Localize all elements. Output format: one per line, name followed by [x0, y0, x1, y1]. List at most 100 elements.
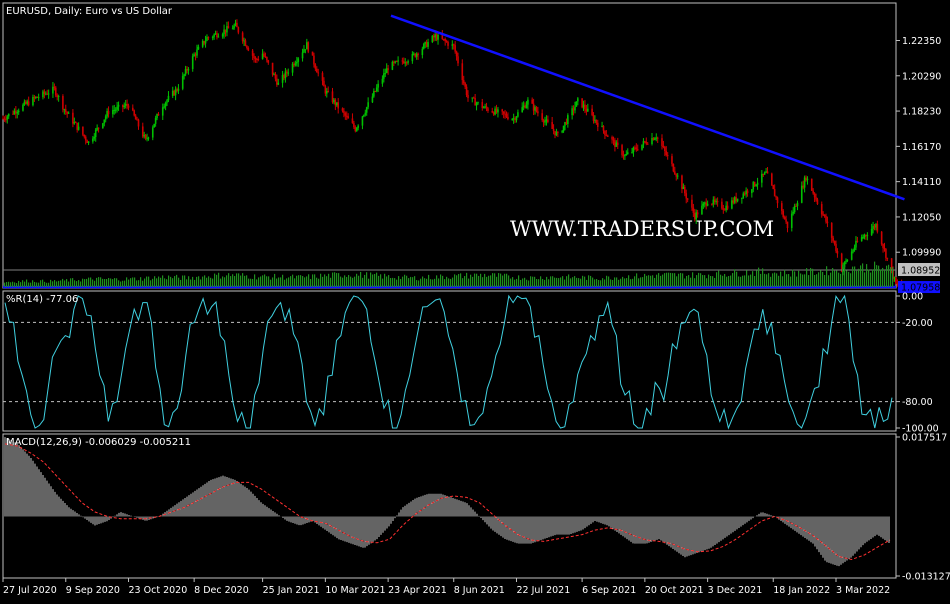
volume-bar	[702, 275, 704, 287]
candle-body	[284, 71, 287, 79]
x-tick-label: 8 Jun 2021	[454, 585, 505, 596]
volume-bar	[560, 277, 562, 287]
volume-bar	[464, 276, 466, 287]
volume-bar	[396, 279, 398, 287]
candle-body	[482, 107, 485, 109]
volume-bar	[868, 269, 870, 287]
candle-body	[451, 44, 454, 46]
candle-body	[166, 100, 168, 103]
candle-body	[545, 119, 548, 122]
candle-body	[432, 35, 435, 38]
volume-bar	[146, 276, 148, 287]
volume-bar	[448, 278, 450, 287]
candle-body	[287, 72, 290, 74]
candle-body	[247, 47, 250, 51]
volume-bar	[304, 277, 306, 287]
volume-bar	[174, 276, 176, 287]
candle-body	[264, 56, 267, 58]
candle-body	[354, 127, 357, 132]
volume-bar	[368, 278, 370, 287]
volume-bar	[366, 272, 368, 287]
candle-body	[850, 251, 853, 260]
candle-body	[56, 95, 59, 97]
volume-bar	[206, 277, 208, 287]
current-price-label: 1.08952	[901, 266, 940, 277]
candle-body	[865, 234, 867, 236]
volume-bar	[106, 278, 108, 287]
candle-body	[856, 240, 859, 242]
volume-bar	[644, 273, 646, 287]
candle-body	[35, 96, 37, 99]
candle-body	[46, 93, 49, 95]
volume-bar	[406, 275, 408, 287]
candle-body	[826, 221, 829, 223]
candle-body	[567, 115, 569, 124]
volume-bar	[378, 275, 380, 287]
volume-bar	[418, 280, 420, 287]
candle-body	[424, 41, 427, 44]
candle-body	[860, 237, 863, 242]
volume-bar	[740, 276, 742, 287]
candle-body	[815, 197, 817, 200]
volume-bar	[190, 279, 192, 287]
candle-body	[122, 104, 124, 108]
volume-bar	[68, 281, 70, 287]
volume-bar	[632, 278, 634, 287]
candle-body	[271, 62, 274, 75]
candle-body	[297, 58, 300, 62]
candle-body	[461, 63, 464, 81]
volume-bar	[540, 276, 542, 287]
volume-bar	[42, 279, 44, 287]
macd-pane	[4, 437, 891, 567]
volume-bar	[50, 279, 52, 287]
volume-bar	[144, 278, 146, 287]
candle-body	[624, 155, 626, 157]
volume-bar	[606, 275, 608, 287]
volume-bar	[518, 275, 520, 287]
volume-bar	[234, 276, 236, 287]
candle-body	[672, 163, 675, 172]
candle-body	[164, 102, 167, 107]
volume-bar	[222, 276, 224, 287]
candle-body	[755, 184, 757, 186]
volume-bar	[370, 272, 372, 287]
volume-bar	[452, 277, 454, 287]
volume-bar	[62, 278, 64, 287]
candle-body	[796, 202, 799, 207]
volume-bar	[754, 276, 756, 287]
candle-body	[587, 108, 589, 112]
volume-bar	[818, 272, 820, 287]
candle-body	[656, 137, 659, 139]
candle-body	[715, 201, 717, 203]
volume-bar	[710, 275, 712, 287]
candle-body	[144, 134, 147, 139]
volume-bar	[440, 274, 442, 287]
candle-body	[454, 45, 456, 52]
volume-bar	[270, 279, 272, 287]
volume-bar	[320, 273, 322, 287]
volume-bar	[696, 275, 698, 287]
volume-bar	[846, 270, 848, 287]
volume-bar	[468, 278, 470, 287]
volume-bar	[474, 273, 476, 287]
volume-bar	[534, 276, 536, 287]
volume-bar	[730, 275, 732, 287]
volume-bar	[570, 278, 572, 287]
candle-body	[896, 283, 899, 285]
volume-bar	[728, 276, 730, 287]
volume-bar	[224, 277, 226, 287]
candle-body	[266, 57, 268, 61]
volume-bar	[724, 273, 726, 287]
volume-bar	[154, 276, 156, 287]
candle-body	[357, 125, 359, 128]
axes: 27 Jul 2020 9 Sep 2020 23 Oct 2020 8 Dec 20…	[2, 36, 950, 596]
volume-bar	[568, 274, 570, 287]
volume-bar	[14, 282, 16, 287]
candle-body	[481, 102, 484, 108]
volume-bar	[852, 266, 854, 287]
candle-body	[161, 107, 164, 116]
volume-bar	[126, 277, 128, 287]
candle-body	[474, 98, 476, 106]
volume-bar	[890, 267, 892, 287]
candle-body	[642, 141, 645, 145]
